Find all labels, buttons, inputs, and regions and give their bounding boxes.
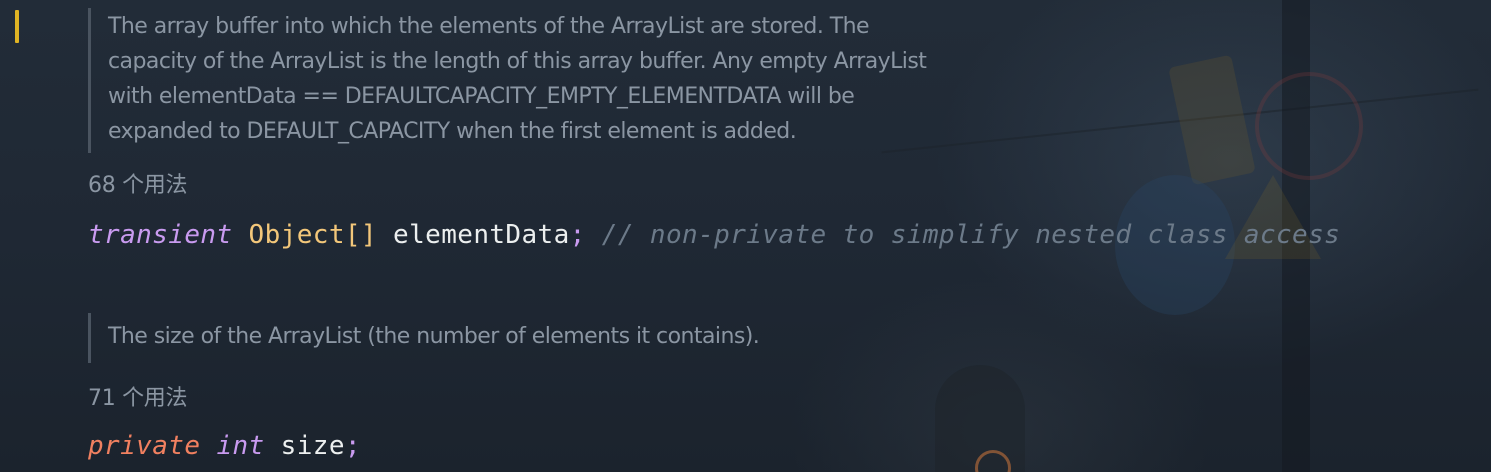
change-marker[interactable]: [15, 10, 19, 43]
wallpaper-wire: [881, 88, 1479, 154]
code-editor[interactable]: The array buffer into which the elements…: [0, 0, 1491, 472]
line-comment: // non-private to simplify nested class …: [601, 220, 1341, 250]
type-object-array: Object[]: [248, 220, 377, 250]
keyword-private: private: [88, 431, 201, 461]
code-line-elementdata[interactable]: transient Object[] elementData; // non-p…: [88, 218, 1340, 252]
doc-line: with elementData == DEFAULTCAPACITY_EMPT…: [108, 84, 855, 109]
field-name-size: size: [280, 431, 345, 461]
field-name-elementdata: elementData: [393, 220, 570, 250]
doc-line: capacity of the ArrayList is the length …: [108, 49, 927, 74]
semicolon: ;: [569, 220, 586, 250]
keyword-int: int: [216, 431, 265, 461]
semicolon: ;: [344, 431, 361, 461]
javadoc-rendered-elementdata[interactable]: The array buffer into which the elements…: [88, 8, 927, 153]
wallpaper-parking-sign: [1168, 54, 1256, 186]
wallpaper-lamp: [975, 450, 1011, 472]
code-line-size[interactable]: private int size;: [88, 429, 361, 463]
usages-hint-elementdata[interactable]: 68 个用法: [88, 171, 188, 201]
keyword-transient: transient: [88, 220, 233, 250]
wallpaper-figure: [935, 365, 1025, 472]
doc-line: The size of the ArrayList (the number of…: [108, 324, 760, 349]
doc-line: expanded to DEFAULT_CAPACITY when the fi…: [108, 119, 797, 144]
usages-hint-size[interactable]: 71 个用法: [88, 384, 188, 414]
wallpaper-round-sign: [1255, 72, 1363, 180]
doc-line: The array buffer into which the elements…: [108, 14, 870, 39]
javadoc-rendered-size[interactable]: The size of the ArrayList (the number of…: [88, 313, 760, 363]
